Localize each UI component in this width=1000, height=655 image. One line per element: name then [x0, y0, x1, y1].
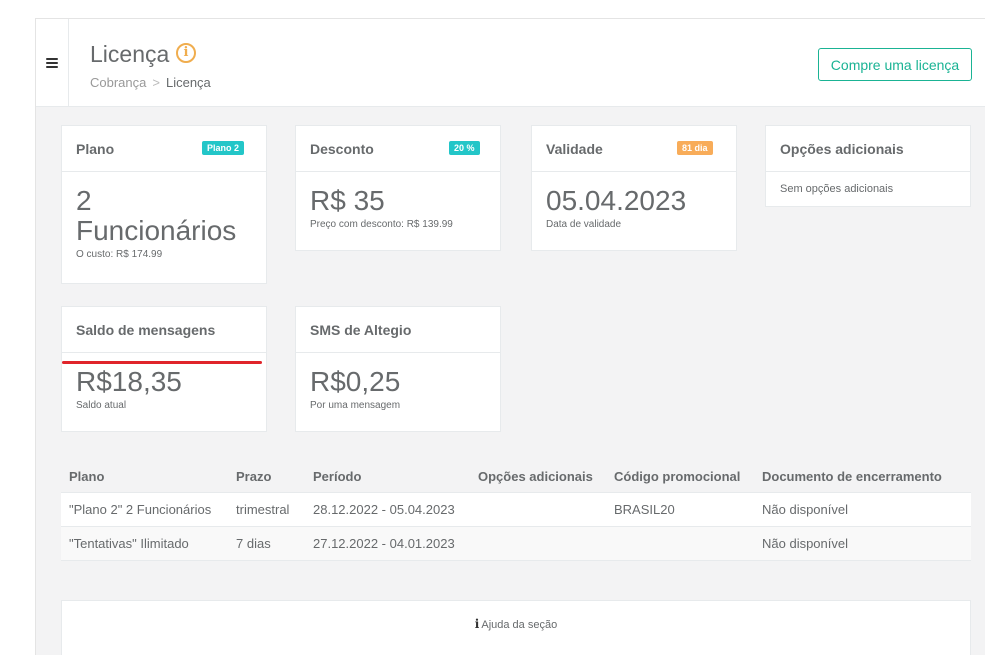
col-period: Período: [305, 459, 470, 493]
breadcrumb-parent[interactable]: Cobrança: [90, 75, 146, 90]
breadcrumb: Cobrança > Licença: [90, 75, 211, 90]
menu-cell: [36, 19, 69, 107]
hamburger-menu-icon[interactable]: [46, 58, 58, 68]
cell-period: 27.12.2022 - 04.01.2023: [305, 526, 470, 561]
info-icon: i: [474, 617, 480, 631]
breadcrumb-separator: >: [152, 75, 160, 90]
discount-value: R$ 35: [310, 185, 385, 216]
discount-badge: 20 %: [449, 141, 480, 155]
section-help-box: i Ajuda da seção: [61, 600, 971, 655]
extras-card-header: Opções adicionais: [766, 126, 970, 172]
sms-card: SMS de Altegio R$0,25 Por uma mensagem: [295, 306, 501, 432]
cell-term: 7 dias: [228, 526, 305, 561]
plan-card-body: 2 Funcionários O custo: R$ 174.99: [62, 172, 266, 270]
sms-card-body: R$0,25 Por uma mensagem: [296, 353, 500, 421]
app-frame: Licença i Cobrança > Licença Compre uma li…: [35, 18, 985, 655]
discount-card-header: Desconto 20 %: [296, 126, 500, 172]
section-help-label: Ajuda da seção: [481, 619, 558, 631]
cell-promo: [606, 526, 754, 561]
sms-label: Por uma mensagem: [310, 400, 401, 411]
validity-card: Validade 81 dia 05.04.2023 Data de valid…: [531, 125, 737, 251]
cell-extras: [470, 492, 606, 527]
extras-card: Opções adicionais Sem opções adicionais: [765, 125, 971, 207]
info-icon[interactable]: i: [176, 43, 196, 63]
plan-cost: O custo: R$ 174.99: [76, 249, 163, 260]
validity-label: Data de validade: [546, 219, 622, 230]
balance-value: R$18,35: [76, 366, 182, 397]
license-history-table: Plano Prazo Período Opções adicionais Có…: [61, 459, 971, 561]
validity-card-title: Validade: [546, 141, 603, 157]
balance-card-header: Saldo de mensagens: [62, 307, 266, 353]
col-plan: Plano: [61, 459, 228, 493]
col-term: Prazo: [228, 459, 305, 493]
cell-period: 28.12.2022 - 05.04.2023: [305, 492, 470, 527]
cell-doc: Não disponível: [754, 492, 971, 527]
extras-text: Sem opções adicionais: [780, 183, 894, 195]
sms-value: R$0,25: [310, 366, 401, 397]
plan-badge: Plano 2: [202, 141, 245, 155]
table-row: "Plano 2" 2 Funcionários trimestral 28.1…: [61, 492, 971, 527]
balance-card: Saldo de mensagens R$18,35 Saldo atual: [61, 306, 267, 432]
col-extras: Opções adicionais: [470, 459, 606, 493]
col-promo: Código promocional: [606, 459, 754, 493]
discount-card-body: R$ 35 Preço com desconto: R$ 139.99: [296, 172, 500, 240]
validity-badge: 81 dia: [677, 141, 713, 155]
breadcrumb-current: Licença: [165, 75, 211, 90]
cell-plan: "Plano 2" 2 Funcionários: [61, 492, 228, 527]
validity-value: 05.04.2023: [546, 185, 687, 216]
section-help-link[interactable]: i Ajuda da seção: [62, 617, 970, 631]
cell-term: trimestral: [228, 492, 305, 527]
extras-card-title: Opções adicionais: [780, 141, 904, 157]
col-doc: Documento de encerramento: [754, 459, 971, 493]
discount-price: Preço com desconto: R$ 139.99: [310, 219, 453, 230]
plan-value-line1: 2: [76, 185, 92, 216]
cell-promo: BRASIL20: [606, 492, 754, 527]
table-header-row: Plano Prazo Período Opções adicionais Có…: [61, 459, 971, 493]
sms-card-header: SMS de Altegio: [296, 307, 500, 353]
cell-extras: [470, 526, 606, 561]
plan-card: Plano Plano 2 2 Funcionários O custo: R$…: [61, 125, 267, 284]
cell-plan: "Tentativas" Ilimitado: [61, 526, 228, 561]
plan-card-title: Plano: [76, 141, 115, 157]
page-header: Licença i Cobrança > Licença Compre uma li…: [36, 19, 985, 107]
buy-license-button[interactable]: Compre uma licença: [818, 48, 972, 81]
plan-card-header: Plano Plano 2: [62, 126, 266, 172]
plan-value-line2: Funcionários: [76, 215, 237, 246]
balance-label: Saldo atual: [76, 400, 127, 411]
highlight-underline: [62, 361, 262, 364]
page-title: Licença: [90, 41, 170, 67]
discount-card-title: Desconto: [310, 141, 374, 157]
validity-card-body: 05.04.2023 Data de validade: [532, 172, 736, 240]
validity-card-header: Validade 81 dia: [532, 126, 736, 172]
balance-card-title: Saldo de mensagens: [76, 322, 216, 338]
cell-doc: Não disponível: [754, 526, 971, 561]
discount-card: Desconto 20 % R$ 35 Preço com desconto: …: [295, 125, 501, 251]
sms-card-title: SMS de Altegio: [310, 322, 412, 338]
table-row: "Tentativas" Ilimitado 7 dias 27.12.2022…: [61, 526, 971, 561]
